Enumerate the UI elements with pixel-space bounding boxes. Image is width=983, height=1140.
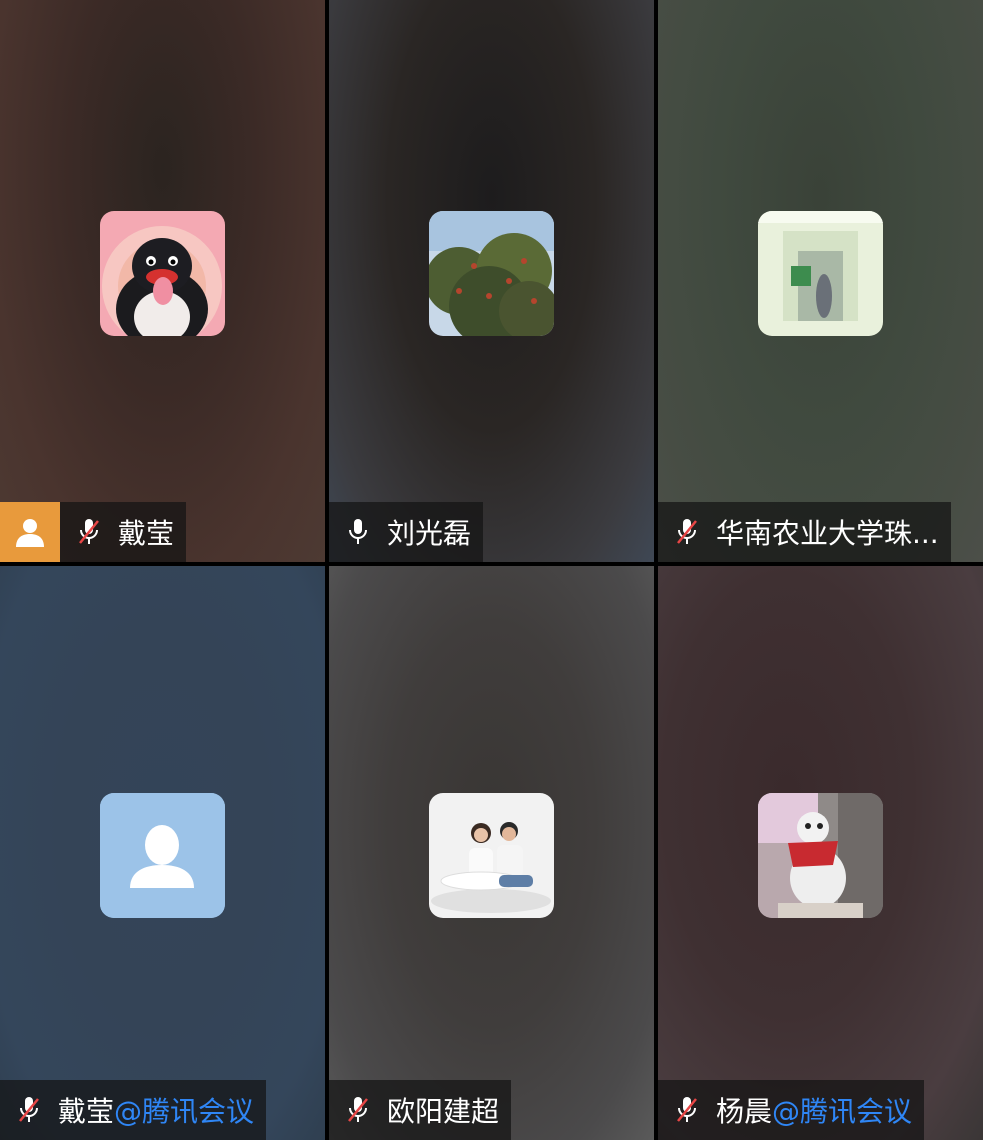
mic-muted-icon [0, 1080, 58, 1140]
default-user-avatar [100, 793, 225, 918]
mic-on-icon [329, 502, 387, 562]
participant-tile-3[interactable]: 华南农业大学珠... [658, 0, 983, 562]
participant-name: 华南农业大学珠... [716, 517, 939, 550]
mic-muted-icon [658, 1080, 716, 1140]
participant-name: 戴莹 [118, 517, 175, 550]
participant-label-5: 欧阳建超 [329, 1080, 512, 1140]
participant-label-3: 华南农业大学珠... [658, 502, 951, 562]
participant-tile-2[interactable]: 刘光磊 [329, 0, 654, 562]
participant-label-2: 刘光磊 [329, 502, 484, 562]
host-badge-icon [0, 502, 60, 562]
dog-avatar [758, 793, 883, 918]
participant-tile-4[interactable]: 戴莹@腾讯会议 [0, 566, 325, 1140]
participant-tile-1[interactable]: 戴莹 [0, 0, 325, 562]
participant-name: 刘光磊 [387, 517, 472, 550]
app-suffix: @腾讯会议 [772, 1095, 913, 1128]
participant-name: 杨晨@腾讯会议 [716, 1095, 913, 1128]
participant-name: 戴莹@腾讯会议 [58, 1095, 255, 1128]
penguin-avatar [100, 211, 225, 336]
participant-label-1: 戴莹 [0, 502, 187, 562]
participant-name: 欧阳建超 [387, 1095, 500, 1128]
mic-muted-icon [329, 1080, 387, 1140]
mic-muted-icon [658, 502, 716, 562]
participant-label-6: 杨晨@腾讯会议 [658, 1080, 925, 1140]
couple-photo-avatar [429, 793, 554, 918]
participant-label-4: 戴莹@腾讯会议 [0, 1080, 267, 1140]
video-grid: 戴莹 刘光磊 华南农业大学珠... 戴莹@腾讯会议 欧阳建超 杨晨@腾讯会议 [0, 0, 983, 1140]
app-suffix: @腾讯会议 [114, 1095, 255, 1128]
tree-avatar [429, 211, 554, 336]
participant-tile-6[interactable]: 杨晨@腾讯会议 [658, 566, 983, 1140]
mic-muted-icon [60, 502, 118, 562]
participant-tile-5[interactable]: 欧阳建超 [329, 566, 654, 1140]
corridor-avatar [758, 211, 883, 336]
